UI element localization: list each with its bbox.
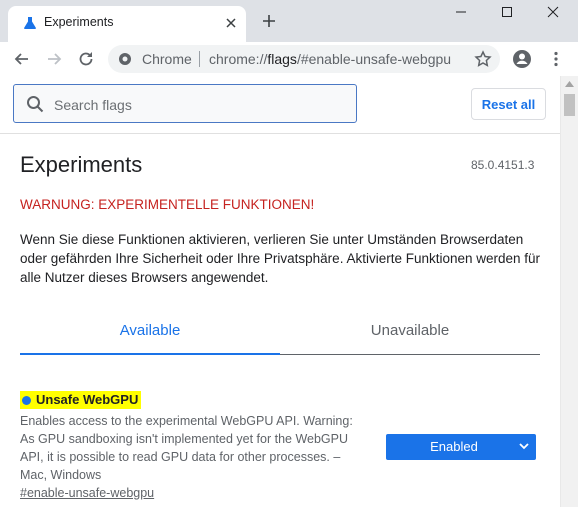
- flags-header: Reset all: [0, 76, 560, 134]
- bookmark-star-icon[interactable]: [474, 50, 492, 68]
- more-vert-icon[interactable]: [546, 49, 566, 69]
- maximize-icon: [502, 7, 512, 17]
- profile-avatar-icon[interactable]: [512, 49, 532, 69]
- tab-title: Experiments: [44, 15, 114, 29]
- scroll-up-arrow-icon[interactable]: [565, 81, 574, 87]
- url-host: flags: [267, 51, 297, 67]
- tabs-divider: [280, 354, 540, 355]
- intro-text: Wenn Sie diese Funktionen aktivieren, ve…: [20, 232, 541, 285]
- warning-text: WARNUNG: EXPERIMENTELLE FUNKTIONEN!: [20, 197, 315, 212]
- window-close-icon: [547, 6, 559, 18]
- flag-name-text: Unsafe WebGPU: [36, 392, 139, 407]
- tab-experiments[interactable]: Experiments: [8, 6, 246, 42]
- search-input[interactable]: [52, 93, 346, 117]
- url-scheme: chrome://: [209, 51, 268, 67]
- flag-state-value: Enabled: [430, 439, 478, 454]
- address-bar[interactable]: Chrome chrome://flags/#enable-unsafe-web…: [108, 45, 500, 73]
- forward-arrow-icon[interactable]: [44, 49, 64, 69]
- search-box[interactable]: [13, 84, 357, 123]
- tab-strip: Experiments: [0, 0, 578, 42]
- scrollbar[interactable]: [560, 76, 578, 507]
- back-arrow-icon[interactable]: [12, 49, 32, 69]
- active-tab-indicator: [20, 353, 280, 355]
- new-tab-plus-icon[interactable]: [260, 12, 278, 30]
- flag-state-select[interactable]: Enabled: [386, 434, 536, 460]
- url-path: /#enable-unsafe-webgpu: [296, 51, 452, 67]
- page-title: Experiments: [20, 152, 143, 177]
- scrollbar-thumb[interactable]: [564, 94, 575, 116]
- omnibox-site-label: Chrome: [142, 51, 192, 67]
- minimize-icon: [456, 11, 466, 13]
- reload-icon[interactable]: [76, 49, 96, 69]
- version-label: 85.0.4151.3: [471, 158, 535, 172]
- minimize-button[interactable]: [438, 2, 484, 24]
- maximize-button[interactable]: [484, 2, 530, 24]
- reset-all-button[interactable]: Reset all: [471, 88, 546, 120]
- chrome-logo-icon: [119, 53, 131, 65]
- flask-icon: [24, 17, 36, 29]
- flag-permalink[interactable]: #enable-unsafe-webgpu: [20, 486, 154, 500]
- flag-title: Unsafe WebGPU: [20, 391, 142, 409]
- close-icon[interactable]: [224, 16, 238, 30]
- omnibox-url: chrome://flags/#enable-unsafe-webgpu: [209, 51, 451, 67]
- tab-unavailable[interactable]: Unavailable: [280, 322, 540, 339]
- omnibox-divider: [199, 51, 200, 67]
- tab-available[interactable]: Available: [20, 322, 280, 339]
- window-close-button[interactable]: [530, 2, 576, 24]
- chevron-down-icon: [519, 443, 529, 450]
- flag-status-dot: [22, 395, 31, 405]
- search-icon: [27, 96, 44, 113]
- flag-description: Enables access to the experimental WebGP…: [20, 414, 353, 482]
- toolbar: Chrome chrome://flags/#enable-unsafe-web…: [0, 42, 578, 76]
